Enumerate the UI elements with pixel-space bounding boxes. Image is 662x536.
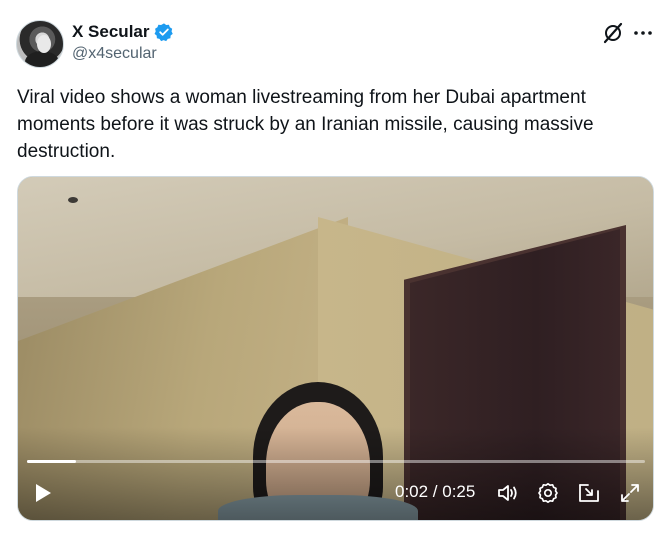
verified-badge-icon[interactable] (154, 22, 174, 42)
author-name-row: X Secular (72, 22, 174, 42)
video-progress-fill (27, 460, 77, 463)
video-player[interactable]: 0:02 / 0:25 (17, 176, 654, 521)
post-text: Viral video shows a woman livestreaming … (17, 87, 594, 162)
avatar-figure-face (37, 35, 51, 53)
fullscreen-button[interactable] (618, 481, 642, 505)
settings-button[interactable] (536, 481, 560, 505)
grok-icon[interactable] (602, 22, 624, 44)
author-display-name[interactable]: X Secular (72, 22, 150, 42)
picture-in-picture-icon (579, 484, 599, 502)
video-frame-ceiling-spot (68, 197, 78, 203)
settings-icon (538, 482, 558, 504)
volume-button[interactable] (496, 481, 520, 505)
play-icon (36, 484, 51, 502)
fullscreen-icon (621, 484, 639, 502)
more-icon[interactable] (632, 22, 654, 44)
video-controls: 0:02 / 0:25 (18, 473, 653, 513)
video-time: 0:02 / 0:25 (395, 482, 476, 501)
avatar-figure-coat (25, 51, 59, 67)
picture-in-picture-button[interactable] (577, 481, 601, 505)
author-handle[interactable]: @x4secular (72, 45, 157, 63)
avatar[interactable] (16, 20, 64, 68)
post: X Secular @x4secular Viral video shows a… (0, 0, 662, 536)
video-progress-bar[interactable] (27, 460, 645, 463)
volume-icon (498, 485, 517, 501)
play-button[interactable] (32, 481, 54, 505)
